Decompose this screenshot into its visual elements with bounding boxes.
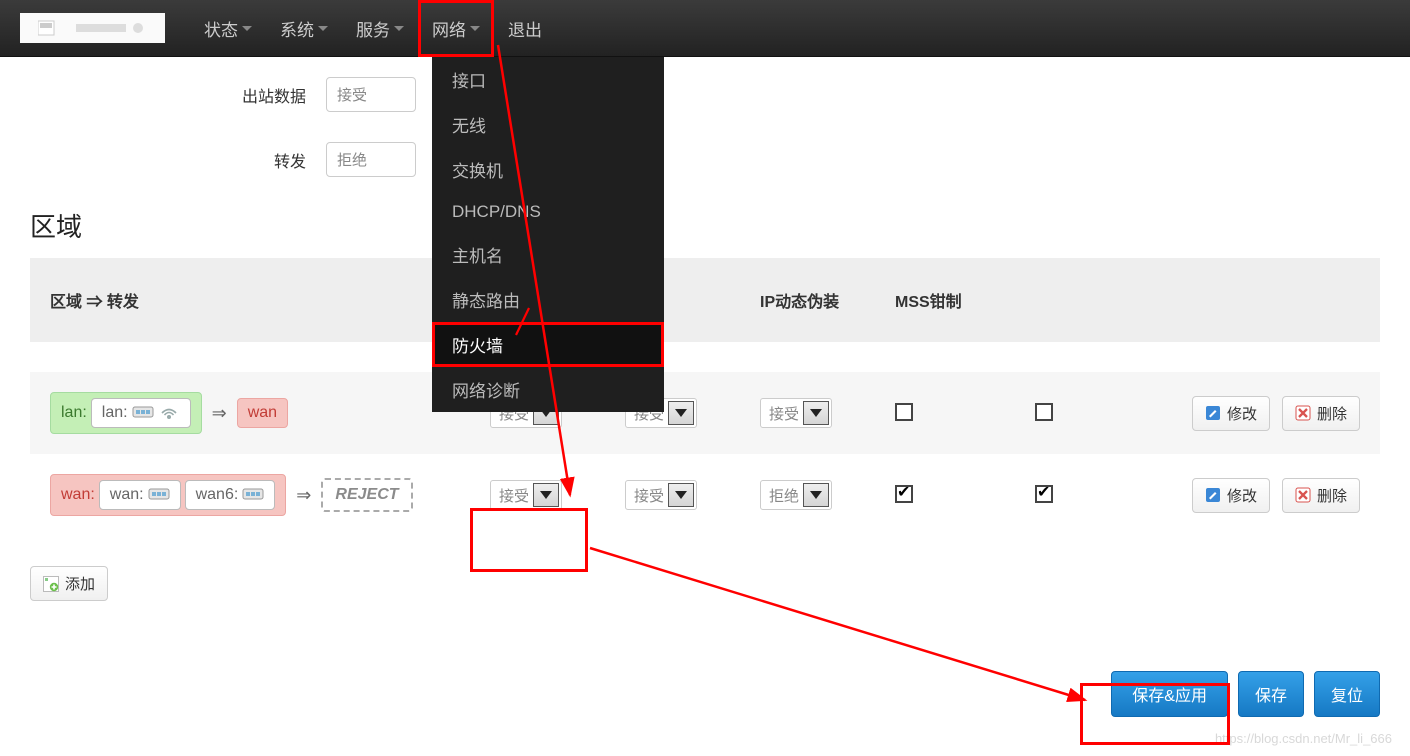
nav-label: 状态	[204, 16, 238, 41]
forward-select[interactable]: 拒绝	[326, 142, 416, 177]
delete-icon	[1295, 487, 1311, 503]
mss-clamp-checkbox[interactable]	[1035, 403, 1053, 421]
nav-logout[interactable]: 退出	[494, 0, 556, 57]
dropdown-switch[interactable]: 交换机	[432, 147, 664, 192]
save-apply-button[interactable]: 保存&应用	[1111, 671, 1228, 717]
btn-label: 删除	[1317, 403, 1347, 424]
delete-button[interactable]: 删除	[1282, 478, 1360, 513]
dropdown-hostnames[interactable]: 主机名	[432, 232, 664, 277]
caret-down-icon	[470, 26, 480, 31]
caret-down-icon	[668, 483, 694, 507]
dropdown-diagnostics[interactable]: 网络诊断	[432, 367, 664, 412]
ethernet-icon	[132, 405, 154, 421]
iface-badge: lan:	[91, 398, 191, 428]
nav-system[interactable]: 系统	[266, 0, 342, 57]
dropdown-firewall[interactable]: 防火墙	[432, 322, 664, 367]
iface-badge: wan6:	[185, 480, 276, 510]
masquerading-checkbox[interactable]	[895, 485, 913, 503]
zone-src-badge: lan: lan:	[50, 392, 202, 434]
btn-label: 修改	[1227, 403, 1257, 424]
reset-button[interactable]: 复位	[1314, 671, 1380, 717]
zone-table-header: 区域 ⇒ 转发 数据 转发 IP动态伪装 MSS钳制	[30, 258, 1380, 342]
edit-icon	[1205, 405, 1221, 421]
iface-name: lan:	[102, 404, 128, 422]
caret-down-icon	[803, 483, 829, 507]
ethernet-icon	[242, 487, 264, 503]
dropdown-wireless[interactable]: 无线	[432, 102, 664, 147]
outbound-label: 出站数据	[30, 83, 326, 107]
select-value: 拒绝	[337, 149, 367, 170]
select-value: 接受	[337, 84, 367, 105]
nav-status[interactable]: 状态	[190, 0, 266, 57]
select-value: 拒绝	[769, 485, 799, 506]
ethernet-icon	[148, 487, 170, 503]
iface-name: wan6:	[196, 486, 239, 504]
network-dropdown: 接口 无线 交换机 DHCP/DNS 主机名 静态路由 防火墙 网络诊断	[432, 57, 664, 412]
dropdown-dhcpdns[interactable]: DHCP/DNS	[432, 192, 664, 232]
select-value: 接受	[499, 485, 529, 506]
arrow-icon: ⇒	[292, 485, 315, 506]
hdr-mss: MSS钳制	[895, 288, 1035, 312]
caret-down-icon	[668, 401, 694, 425]
iface-badge: wan:	[99, 480, 181, 510]
delete-icon	[1295, 405, 1311, 421]
edit-button[interactable]: 修改	[1192, 396, 1270, 431]
outbound-select[interactable]: 接受	[326, 77, 416, 112]
brand-logo	[20, 13, 165, 43]
zone-dst-badge: wan	[237, 398, 288, 428]
hdr-zone: 区域 ⇒ 转发	[50, 288, 490, 312]
edit-icon	[1205, 487, 1221, 503]
wifi-icon	[158, 405, 180, 421]
select-value: 接受	[634, 485, 664, 506]
save-button[interactable]: 保存	[1238, 671, 1304, 717]
btn-label: 删除	[1317, 485, 1347, 506]
output-policy-select[interactable]: 接受	[625, 480, 697, 510]
forward-policy-select[interactable]: 拒绝	[760, 480, 832, 510]
forward-policy-select[interactable]: 接受	[760, 398, 832, 428]
nav-label: 网络	[432, 16, 466, 41]
forward-label: 转发	[30, 148, 326, 172]
dropdown-interfaces[interactable]: 接口	[432, 57, 664, 102]
mss-clamp-checkbox[interactable]	[1035, 485, 1053, 503]
input-policy-select[interactable]: 接受	[490, 480, 562, 510]
zone-src-label: lan:	[61, 404, 87, 422]
masquerading-checkbox[interactable]	[895, 403, 913, 421]
top-navbar: 状态 系统 服务 网络 退出	[0, 0, 1410, 57]
caret-down-icon	[803, 401, 829, 425]
delete-button[interactable]: 删除	[1282, 396, 1360, 431]
nav-label: 系统	[280, 16, 314, 41]
btn-label: 修改	[1227, 485, 1257, 506]
nav-label: 服务	[356, 16, 390, 41]
zone-row: lan: lan: ⇒ wan 接受 接受 接受 修改 删除	[30, 372, 1380, 454]
zone-src-badge: wan: wan: wan6:	[50, 474, 286, 516]
select-value: 接受	[769, 403, 799, 424]
iface-name: wan:	[110, 486, 144, 504]
zone-row: wan: wan: wan6: ⇒ REJECT 接受 接受 拒绝	[30, 454, 1380, 536]
caret-down-icon	[318, 26, 328, 31]
watermark: https://blog.csdn.net/Mr_li_666	[1215, 731, 1392, 746]
arrow-icon: ⇒	[208, 403, 231, 424]
nav-label: 退出	[508, 16, 542, 41]
edit-button[interactable]: 修改	[1192, 478, 1270, 513]
add-icon	[43, 576, 59, 592]
dropdown-static-routes[interactable]: 静态路由	[432, 277, 664, 322]
btn-label: 添加	[65, 573, 95, 594]
caret-down-icon	[533, 483, 559, 507]
add-button[interactable]: 添加	[30, 566, 108, 601]
hdr-masq: IP动态伪装	[760, 288, 895, 312]
nav-network[interactable]: 网络	[418, 0, 494, 57]
zones-title: 区域	[30, 207, 1380, 244]
zone-dst-reject: REJECT	[321, 478, 412, 512]
nav-services[interactable]: 服务	[342, 0, 418, 57]
caret-down-icon	[394, 26, 404, 31]
zone-src-label: wan:	[61, 486, 95, 504]
caret-down-icon	[242, 26, 252, 31]
